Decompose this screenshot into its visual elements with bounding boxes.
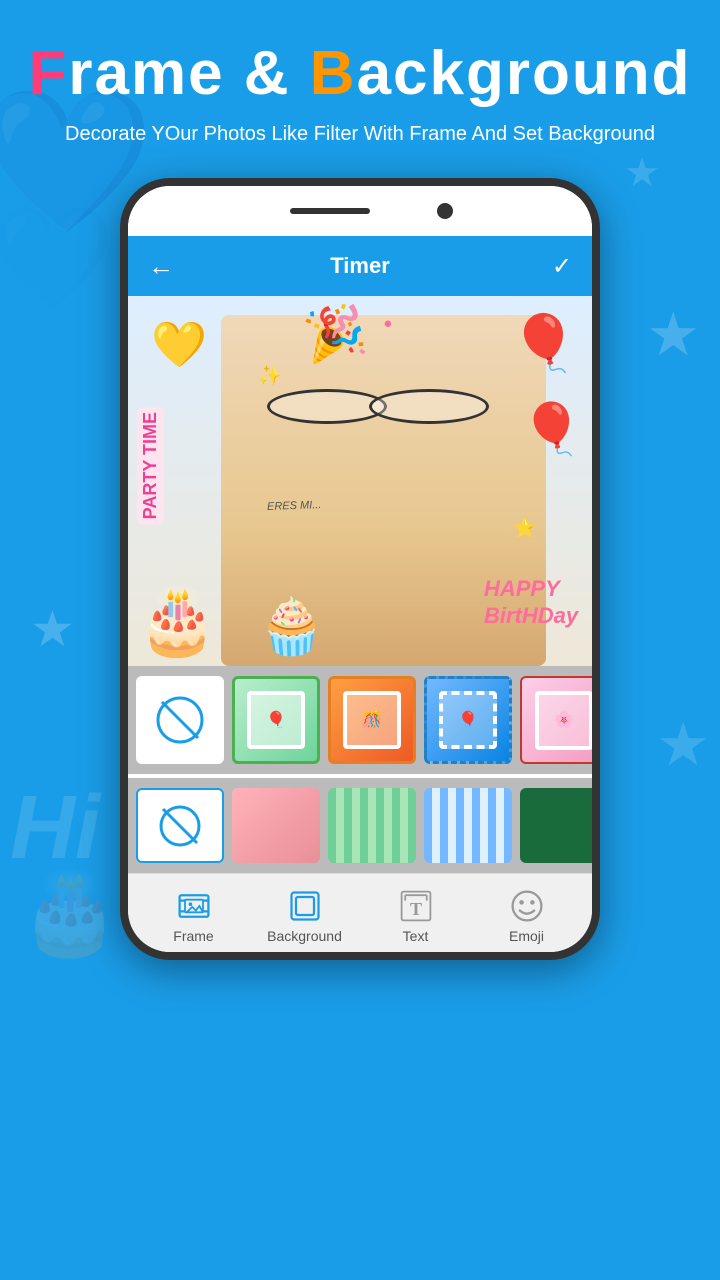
frame-none[interactable]: [136, 676, 224, 764]
bg-pink[interactable]: [232, 788, 320, 863]
balloon-teal-2: 🎈: [520, 400, 582, 459]
happy-birthday-text: HAPPYBirtHDay: [484, 576, 578, 629]
shirt-text: ERES MI...: [267, 499, 322, 513]
phone-camera: [437, 203, 453, 219]
subtitle: Decorate YOur Photos Like Filter With Fr…: [20, 120, 700, 148]
bg-green-stripes[interactable]: [328, 788, 416, 863]
back-button[interactable]: ←: [148, 251, 174, 282]
nav-background[interactable]: Background: [249, 888, 360, 944]
confirm-button[interactable]: ✓: [552, 252, 572, 281]
cake-sticker: 🎂: [137, 583, 218, 659]
emoji-nav-label: Emoji: [509, 928, 544, 944]
balloon-teal-1: 🎈: [510, 311, 578, 376]
text-nav-icon: T: [398, 888, 434, 924]
phone-side-button: [598, 326, 600, 386]
frame-green[interactable]: 🎈: [232, 676, 320, 764]
frame-nav-label: Frame: [173, 928, 213, 944]
title-rame: rame &: [68, 39, 309, 108]
heart-sticker: 💛: [151, 318, 207, 371]
party-side-text: PARTY TIME: [137, 407, 164, 524]
title-b: B: [310, 39, 357, 108]
bg-blue-stripes[interactable]: [424, 788, 512, 863]
nav-frame[interactable]: Frame: [138, 888, 249, 944]
title-area: Frame & Background Decorate YOur Photos …: [0, 0, 720, 158]
party-hat: 🎉: [300, 299, 372, 368]
frame-orange[interactable]: 🎊: [328, 676, 416, 764]
confetti-dot: ●: [383, 315, 392, 332]
no-bg-icon: [158, 804, 202, 848]
photo-area: ERES MI... 💛 🎉 🎈 🎈 🎂 🧁 PARTY TIME HAPPYB…: [128, 296, 592, 666]
svg-text:T: T: [409, 899, 421, 919]
nav-text[interactable]: T Text: [360, 888, 471, 944]
frame-pink[interactable]: 🌸: [520, 676, 592, 764]
backgrounds-row: [128, 778, 592, 873]
bottom-nav: Frame Background T Text: [128, 873, 592, 952]
text-nav-label: Text: [403, 928, 429, 944]
phone-speaker: [290, 208, 370, 214]
frame-nav-icon: [176, 888, 212, 924]
star-1: ✨: [258, 363, 283, 388]
frame-blue[interactable]: 🎈: [424, 676, 512, 764]
bg-none[interactable]: [136, 788, 224, 863]
emoji-nav-icon: [509, 888, 545, 924]
glasses-right: [369, 389, 489, 424]
star-2: ⭐: [514, 518, 536, 539]
phone-mockup: ← Timer ✓ ERES MI... 💛 🎉: [0, 178, 720, 960]
birthday-photo: ERES MI... 💛 🎉 🎈 🎈 🎂 🧁 PARTY TIME HAPPYB…: [128, 296, 592, 666]
background-nav-label: Background: [267, 928, 342, 944]
title-f: F: [28, 39, 68, 108]
app-header: ← Timer ✓: [128, 236, 592, 296]
nav-emoji[interactable]: Emoji: [471, 888, 582, 944]
screen-title: Timer: [330, 253, 390, 279]
bg-dark-green[interactable]: [520, 788, 600, 863]
title-ackground: ackground: [357, 39, 692, 108]
phone-outer: ← Timer ✓ ERES MI... 💛 🎉: [120, 178, 600, 960]
app-title: Frame & Background: [20, 40, 700, 108]
background-nav-icon: [287, 888, 323, 924]
no-frame-icon: [155, 695, 205, 745]
phone-notch: [128, 186, 592, 236]
cupcake-sticker: 🧁: [258, 594, 326, 659]
frames-row: 🎈 🎊 🎈 🌸: [128, 666, 592, 774]
